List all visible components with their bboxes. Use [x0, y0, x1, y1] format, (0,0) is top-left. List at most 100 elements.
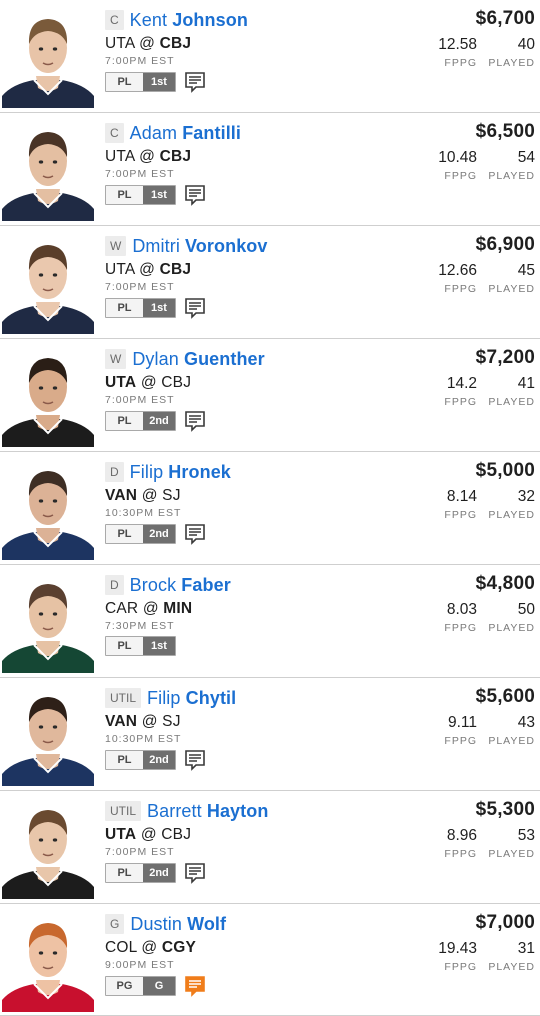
last-name: Voronkov: [185, 235, 268, 256]
player-avatar[interactable]: [0, 230, 96, 334]
played-label: PLAYED: [488, 57, 535, 69]
stats: 8.96 FPPG 53 PLAYED: [397, 827, 535, 860]
last-name: Faber: [181, 574, 231, 595]
player-avatar[interactable]: [0, 4, 96, 108]
player-photo: [2, 245, 94, 334]
line-tag: PL 2nd: [105, 863, 176, 883]
news-note-icon[interactable]: [184, 523, 206, 545]
first-name: Brock: [129, 574, 177, 595]
played-value: 45: [517, 262, 535, 279]
note-icon-graphic: [185, 524, 205, 545]
away-team: CBJ: [159, 35, 192, 52]
player-avatar[interactable]: [0, 795, 96, 899]
fppg-stat: 12.58 FPPG: [397, 36, 477, 69]
away-team: CBJ: [161, 826, 192, 843]
played-label: PLAYED: [488, 283, 535, 295]
played-stat: 43 PLAYED: [477, 714, 535, 747]
player-name-link[interactable]: Dylan Guenther: [132, 349, 264, 370]
player-name-link[interactable]: Filip Chytil: [147, 688, 236, 709]
line-type: PL: [106, 637, 143, 655]
at-sign: @: [142, 600, 159, 617]
news-note-icon[interactable]: [184, 297, 206, 319]
fppg-stat: 8.96 FPPG: [397, 827, 477, 860]
line-type: PL: [106, 412, 143, 430]
last-name: Hayton: [206, 800, 269, 821]
fppg-stat: 12.66 FPPG: [397, 262, 477, 295]
news-note-icon[interactable]: [184, 749, 206, 771]
fppg-stat: 8.14 FPPG: [397, 488, 477, 521]
line-tag: PL 1st: [105, 185, 176, 205]
player-name-link[interactable]: Kent Johnson: [130, 10, 248, 31]
played-stat: 41 PLAYED: [477, 375, 535, 408]
player-photo: [2, 358, 94, 447]
fppg-stat: 14.2 FPPG: [397, 375, 477, 408]
news-note-icon[interactable]: [184, 410, 206, 432]
player-name-link[interactable]: Adam Fantilli: [130, 123, 241, 144]
played-value: 31: [517, 940, 535, 957]
player-row-1[interactable]: C Kent Johnson UTA @ CBJ 7:00PM EST PL 1…: [0, 0, 540, 113]
played-stat: 32 PLAYED: [477, 488, 535, 521]
player-name-link[interactable]: Brock Faber: [130, 575, 231, 596]
position-badge: UTIL: [105, 688, 142, 708]
line-number: 2nd: [143, 751, 175, 769]
player-row-7[interactable]: UTIL Filip Chytil VAN @ SJ 10:30PM EST P…: [0, 678, 540, 791]
player-name-link[interactable]: Barrett Hayton: [147, 801, 268, 822]
player-avatar[interactable]: [0, 117, 96, 221]
played-stat: 53 PLAYED: [477, 827, 535, 860]
fppg-value: 10.48: [438, 149, 477, 166]
tag-line: PL 1st: [105, 636, 540, 656]
player-row-3[interactable]: W Dmitri Voronkov UTA @ CBJ 7:00PM EST P…: [0, 226, 540, 339]
player-row-4[interactable]: W Dylan Guenther UTA @ CBJ 7:00PM EST PL…: [0, 339, 540, 452]
player-name-link[interactable]: Filip Hronek: [130, 462, 231, 483]
first-name: Adam: [129, 122, 178, 143]
fppg-value: 8.14: [446, 488, 477, 505]
line-number: 2nd: [143, 525, 175, 543]
stats: 12.58 FPPG 40 PLAYED: [397, 36, 535, 69]
line-tag: PL 2nd: [105, 411, 176, 431]
played-label: PLAYED: [488, 396, 535, 408]
first-name: Dmitri: [132, 235, 180, 256]
news-note-icon[interactable]: [184, 975, 206, 997]
line-tag: PL 2nd: [105, 750, 176, 770]
player-avatar[interactable]: [0, 343, 96, 447]
home-team: COL: [105, 939, 137, 956]
player-row-6[interactable]: D Brock Faber CAR @ MIN 7:30PM EST PL 1s…: [0, 565, 540, 678]
position-badge: D: [105, 462, 124, 482]
away-team: CBJ: [159, 148, 192, 165]
fppg-label: FPPG: [444, 509, 477, 521]
stats: 8.14 FPPG 32 PLAYED: [397, 488, 535, 521]
line-number: 1st: [143, 186, 175, 204]
salary: $5,000: [475, 460, 535, 481]
played-stat: 50 PLAYED: [477, 601, 535, 634]
player-avatar[interactable]: [0, 908, 96, 1012]
tag-line: PL 2nd: [105, 523, 540, 545]
note-icon-graphic: [185, 976, 205, 997]
stats: 19.43 FPPG 31 PLAYED: [397, 940, 535, 973]
player-name-link[interactable]: Dustin Wolf: [130, 914, 226, 935]
player-row-9[interactable]: G Dustin Wolf COL @ CGY 9:00PM EST PG G: [0, 904, 540, 1016]
player-avatar[interactable]: [0, 682, 96, 786]
away-team: CGY: [161, 939, 197, 956]
news-note-icon[interactable]: [184, 184, 206, 206]
player-row-2[interactable]: C Adam Fantilli UTA @ CBJ 7:00PM EST PL …: [0, 113, 540, 226]
player-name-link[interactable]: Dmitri Voronkov: [132, 236, 267, 257]
player-row-5[interactable]: D Filip Hronek VAN @ SJ 10:30PM EST PL 2…: [0, 452, 540, 565]
last-name: Fantilli: [182, 122, 242, 143]
fppg-label: FPPG: [444, 622, 477, 634]
tag-line: PL 2nd: [105, 862, 540, 884]
home-team: UTA: [105, 374, 137, 391]
news-note-icon[interactable]: [184, 71, 206, 93]
home-team: UTA: [105, 261, 135, 278]
fppg-label: FPPG: [444, 396, 477, 408]
fppg-stat: 19.43 FPPG: [397, 940, 477, 973]
at-sign: @: [139, 148, 156, 165]
player-avatar[interactable]: [0, 569, 96, 673]
salary: $6,900: [475, 234, 535, 255]
at-sign: @: [140, 374, 157, 391]
played-label: PLAYED: [488, 735, 535, 747]
position-badge: UTIL: [105, 801, 142, 821]
first-name: Barrett: [147, 800, 202, 821]
player-avatar[interactable]: [0, 456, 96, 560]
player-row-8[interactable]: UTIL Barrett Hayton UTA @ CBJ 7:00PM EST…: [0, 791, 540, 904]
news-note-icon[interactable]: [184, 862, 206, 884]
